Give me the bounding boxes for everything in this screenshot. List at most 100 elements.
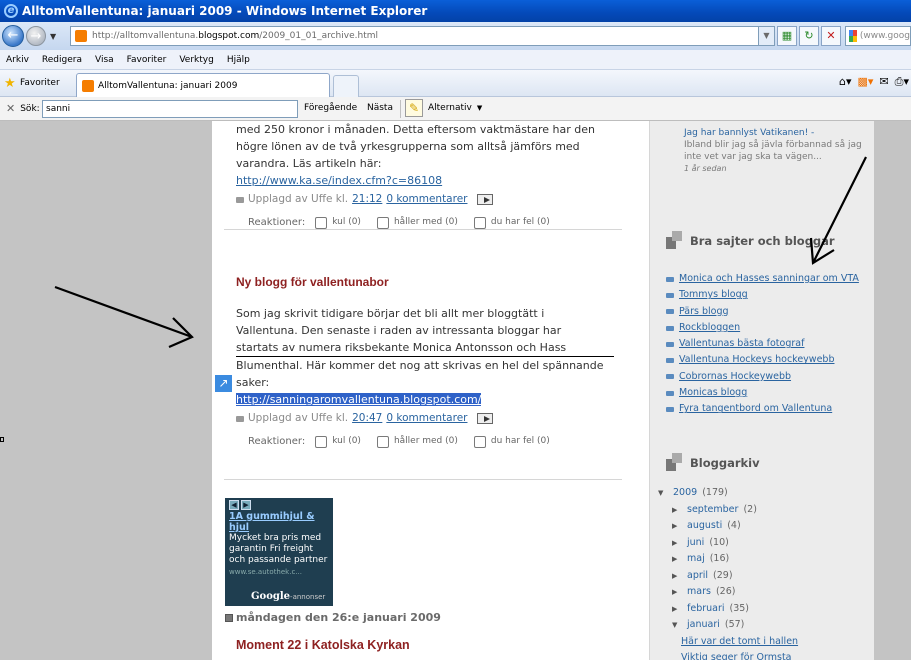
print-icon[interactable]: ⎙▾: [895, 75, 909, 89]
find-options-button[interactable]: ✎ Alternativ ▼: [405, 99, 482, 117]
menu-favoriter[interactable]: Favoriter: [127, 55, 167, 65]
archive-month[interactable]: ▶ maj (16): [658, 551, 798, 568]
favorites-button[interactable]: Favoriter: [20, 78, 60, 88]
archive-month[interactable]: ▶ september (2): [658, 502, 798, 519]
archive-month[interactable]: ▶ juni (10): [658, 535, 798, 552]
archive-month-link[interactable]: mars: [687, 584, 711, 601]
sidebar-link[interactable]: Fyra tangentbord om Vallentuna: [679, 401, 832, 417]
favorites-star-icon[interactable]: ★: [4, 77, 16, 90]
reaction-checkbox[interactable]: [315, 435, 328, 448]
menu-arkiv[interactable]: Arkiv: [6, 55, 29, 65]
archive-month-link[interactable]: februari: [687, 601, 725, 618]
find-previous-button[interactable]: Föregående: [304, 103, 357, 113]
archive-month-link[interactable]: maj: [687, 551, 705, 568]
expanded-triangle-icon[interactable]: ▼: [658, 485, 668, 502]
reaction-checkbox[interactable]: [376, 216, 389, 229]
sidebar-link[interactable]: Monica och Hasses sanningar om VTA: [679, 271, 859, 287]
menu-hjalp[interactable]: Hjälp: [227, 55, 250, 65]
ad-box[interactable]: ◀ ▶ 1A gummihjul & hjul Mycket bra pris …: [225, 498, 333, 606]
collapsed-triangle-icon[interactable]: ▶: [672, 535, 682, 552]
new-tab-button[interactable]: [333, 75, 359, 97]
archive-year-link[interactable]: 2009: [673, 485, 697, 502]
email-post-icon[interactable]: [477, 413, 494, 424]
reaction-checkbox[interactable]: [376, 435, 389, 448]
archive-month[interactable]: ▶ mars (26): [658, 584, 798, 601]
archive-month-link[interactable]: april: [687, 568, 708, 585]
archive-month[interactable]: ▶ april (29): [658, 568, 798, 585]
archive-month-open[interactable]: ▼ januari (57): [658, 617, 798, 634]
archive-count: (29): [713, 569, 733, 581]
highlight-pencil-icon[interactable]: ✎: [405, 99, 423, 117]
close-find-icon[interactable]: ✕: [6, 102, 15, 115]
archive-month-link[interactable]: januari: [687, 617, 720, 634]
ad-url: www.se.autothek.c...: [229, 568, 302, 576]
find-input[interactable]: sanni: [42, 100, 298, 118]
ad-headline[interactable]: 1A gummihjul & hjul: [229, 511, 329, 533]
email-post-icon[interactable]: [477, 194, 494, 205]
post-title[interactable]: Moment 22 i Katolska Kyrkan: [236, 637, 614, 654]
archive-post-link[interactable]: Här var det tomt i hallen: [681, 634, 798, 651]
collapsed-triangle-icon[interactable]: ▶: [672, 601, 682, 618]
home-icon[interactable]: ⌂▾: [839, 75, 852, 89]
collapsed-triangle-icon[interactable]: ▶: [672, 518, 682, 535]
post-line: Vallentuna. Den senaste i raden av intre…: [236, 324, 562, 337]
archive-post-link[interactable]: Viktig seger för Ormsta: [681, 650, 792, 660]
archive-month-link[interactable]: september: [687, 502, 738, 519]
collapsed-triangle-icon[interactable]: ▶: [672, 584, 682, 601]
archive-year[interactable]: ▼ 2009 (179): [658, 485, 798, 502]
ad-prev-icon[interactable]: ◀: [229, 500, 239, 510]
sidebar-link[interactable]: Cobrornas Hockeywebb: [679, 369, 791, 385]
menu-visa[interactable]: Visa: [95, 55, 114, 65]
google-ads-logo[interactable]: Google-annonser: [251, 591, 325, 603]
pen-icon: [236, 196, 244, 203]
refresh-button[interactable]: ↻: [799, 26, 819, 46]
accelerator-icon[interactable]: ↗: [214, 374, 233, 393]
collapsed-triangle-icon[interactable]: ▶: [672, 502, 682, 519]
sidebar-link[interactable]: Pärs blogg: [679, 304, 729, 320]
find-next-button[interactable]: Nästa: [367, 103, 393, 113]
sidebar-link[interactable]: Vallentuna Hockeys hockeywebb: [679, 352, 834, 368]
permalink[interactable]: 21:12: [352, 191, 382, 208]
forward-button[interactable]: →: [26, 26, 46, 46]
expanded-triangle-icon[interactable]: ▼: [672, 617, 682, 634]
new-blog-link[interactable]: http://sanningaromvallentuna.blogspot.co…: [236, 393, 482, 406]
reactions-label: Reaktioner:: [248, 436, 306, 447]
web-search-field[interactable]: (www.goog: [845, 26, 911, 46]
stop-button[interactable]: ✕: [821, 26, 841, 46]
snippet-link[interactable]: Jag har bannlyst Vatikanen! -: [684, 128, 814, 138]
reaction-checkbox[interactable]: [315, 216, 328, 229]
collapsed-triangle-icon[interactable]: ▶: [672, 551, 682, 568]
history-dropdown-icon[interactable]: ▼: [50, 32, 56, 41]
tab-active[interactable]: AlltomVallentuna: januari 2009: [76, 73, 330, 97]
article-link[interactable]: http://www.ka.se/index.cfm?c=86108: [236, 174, 442, 187]
mail-icon[interactable]: ✉: [879, 75, 888, 89]
sidebar-link[interactable]: Tommys blogg: [679, 287, 748, 303]
rss-feed-icon[interactable]: ▩▾: [858, 75, 874, 89]
find-bar: ✕ Sök: sanni Föregående Nästa ✎ Alternat…: [0, 97, 911, 121]
comments-link[interactable]: 0 kommentarer: [386, 410, 467, 427]
archive-widget-title: Bloggarkiv: [666, 453, 760, 473]
archive-month-link[interactable]: juni: [687, 535, 704, 552]
archive-month[interactable]: ▶ februari (35): [658, 601, 798, 618]
permalink[interactable]: 20:47: [352, 410, 382, 427]
menu-verktyg[interactable]: Verktyg: [179, 55, 213, 65]
address-field[interactable]: http://alltomvallentuna. blogspot.com/200…: [70, 26, 775, 46]
address-dropdown-icon[interactable]: ▼: [758, 27, 774, 45]
compat-view-button[interactable]: ▦: [777, 26, 797, 46]
ad-next-icon[interactable]: ▶: [241, 500, 251, 510]
find-label: Sök:: [20, 103, 40, 114]
sidebar-link[interactable]: Monicas blogg: [679, 385, 747, 401]
menu-redigera[interactable]: Redigera: [42, 55, 82, 65]
collapsed-triangle-icon[interactable]: ▶: [672, 568, 682, 585]
back-button[interactable]: ←: [2, 25, 24, 47]
archive-month-link[interactable]: augusti: [687, 518, 722, 535]
comments-link[interactable]: 0 kommentarer: [386, 191, 467, 208]
post-title[interactable]: Ny blogg för vallentunabor: [236, 274, 614, 291]
sidebar-link[interactable]: Rockbloggen: [679, 320, 740, 336]
reaction-checkbox[interactable]: [473, 435, 486, 448]
sidebar-link[interactable]: Vallentunas bästa fotograf: [679, 336, 804, 352]
reaction-checkbox[interactable]: [473, 216, 486, 229]
archive-month[interactable]: ▶ augusti (4): [658, 518, 798, 535]
resize-handle: [0, 437, 4, 442]
window-title: AlltomVallentuna: januari 2009 - Windows…: [22, 4, 428, 18]
